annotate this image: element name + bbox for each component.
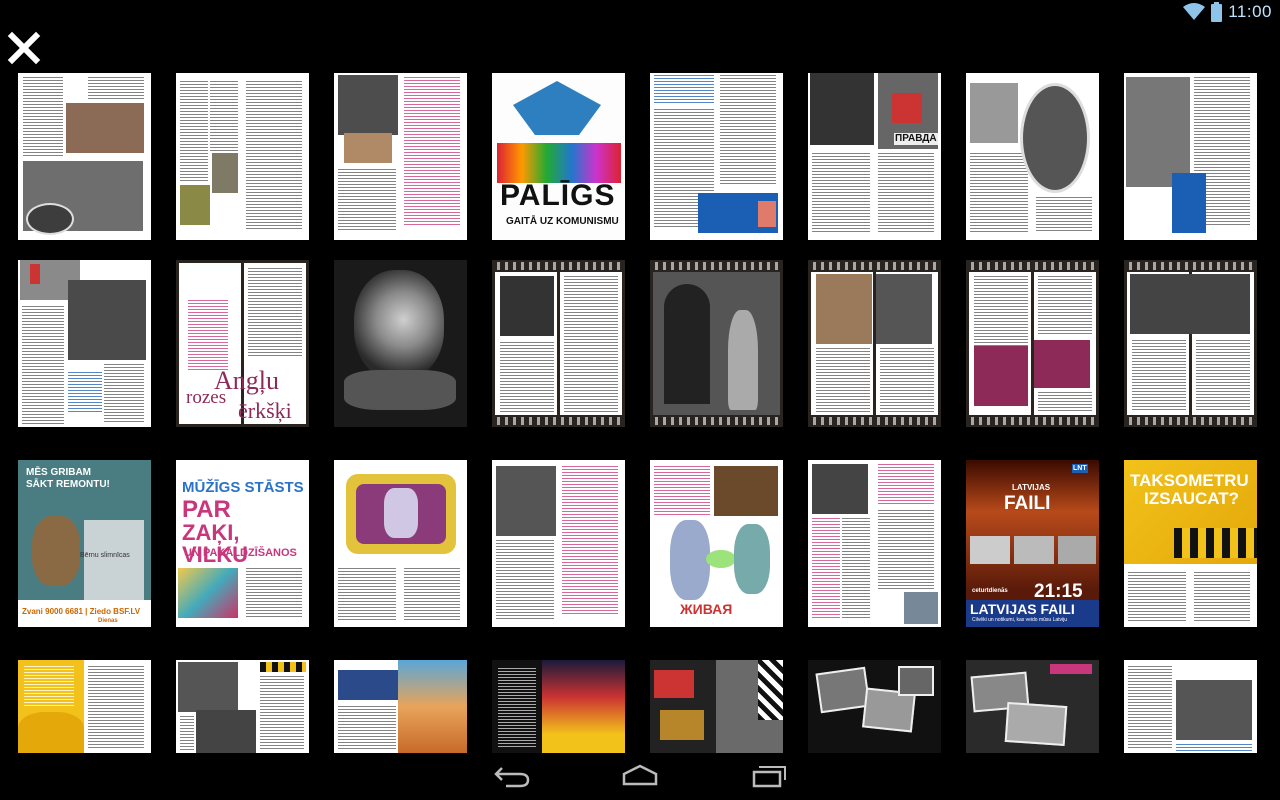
thumbnail-text: ceturtdienās (972, 588, 1008, 594)
thumbnail-text: LNT (1072, 464, 1088, 473)
page-thumbnail[interactable] (334, 660, 467, 753)
page-thumbnail[interactable] (650, 660, 783, 753)
recents-icon (752, 766, 786, 788)
home-icon (622, 764, 658, 786)
status-icons: 11:00 (1183, 2, 1272, 22)
page-thumbnail[interactable] (176, 73, 309, 240)
page-thumbnail[interactable] (492, 660, 625, 753)
page-thumbnail[interactable] (334, 260, 467, 427)
page-thumbnail[interactable]: ЖИВАЯ (650, 460, 783, 627)
thumbnail-text: Zvani 9000 6681 | Ziedo BSF.LV (22, 607, 141, 616)
thumbnail-title: 21:15 (1034, 581, 1083, 602)
thumbnail-title: TAKSOMETRU (1130, 471, 1249, 490)
thumbnail-text: Dienas (98, 618, 118, 624)
home-button[interactable] (615, 762, 665, 792)
page-thumbnail[interactable] (1124, 260, 1257, 427)
page-thumbnail[interactable] (966, 73, 1099, 240)
page-thumbnail[interactable] (18, 660, 151, 753)
page-thumbnail[interactable] (808, 460, 941, 627)
navigation-bar (0, 754, 1280, 800)
thumbnail-text: Bērnu slimnīcas (80, 552, 130, 559)
close-button[interactable] (6, 30, 42, 66)
page-thumbnail[interactable]: PALĪGS GAITĀ UZ KOMUNISMU (492, 73, 625, 240)
thumbnail-title: ЖИВАЯ (680, 601, 733, 617)
thumbnail-title: ПРАВДА (894, 133, 938, 145)
page-thumbnail[interactable]: Angļu rozes ērkšķi (176, 260, 309, 427)
thumbnail-title: MŪŽĪGS STĀSTS (182, 479, 304, 496)
thumbnail-title: FAILI (1004, 493, 1051, 514)
page-thumbnail[interactable]: ПРАВДА (808, 73, 941, 240)
thumbnail-title: UN PAKALDZĪŠANOS (184, 547, 297, 559)
thumbnail-text: Cilvēki un notikumi, kas veido mūsu Latv… (972, 617, 1068, 623)
page-thumbnail[interactable]: TAKSOMETRU IZSAUCAT? (1124, 460, 1257, 627)
thumbnail-title: rozes (186, 387, 227, 408)
page-thumbnail[interactable] (18, 260, 151, 427)
thumbnail-title: ZAĶI, VILKU (182, 520, 248, 567)
page-thumbnail[interactable] (492, 460, 625, 627)
page-thumbnail[interactable] (176, 660, 309, 753)
page-thumbnail-grid: PALĪGS GAITĀ UZ KOMUNISMU ПРАВДА Angļu r… (18, 73, 1258, 753)
page-thumbnail[interactable]: MŪŽĪGS STĀSTS PAR ZAĶI, VILKU UN PAKALDZ… (176, 460, 309, 627)
recents-button[interactable] (743, 762, 793, 792)
page-thumbnail[interactable] (492, 260, 625, 427)
thumbnail-subtitle: GAITĀ UZ KOMUNISMU (506, 216, 619, 227)
page-thumbnail[interactable] (1124, 73, 1257, 240)
thumbnail-title: IZSAUCAT? (1144, 489, 1240, 508)
back-button[interactable] (487, 762, 537, 792)
thumbnail-title: ērkšķi (238, 398, 292, 423)
thumbnail-title: SĀKT REMONTU! (26, 479, 110, 490)
close-icon (7, 31, 41, 65)
page-thumbnail[interactable] (334, 460, 467, 627)
wifi-icon (1183, 3, 1206, 21)
back-icon (494, 767, 530, 788)
page-thumbnail[interactable] (334, 73, 467, 240)
page-thumbnail[interactable]: LNT LATVIJAS FAILI 21:15 ceturtdienās LA… (966, 460, 1099, 627)
battery-icon (1211, 2, 1223, 22)
thumbnail-title: PALĪGS (500, 179, 616, 212)
page-thumbnail[interactable] (966, 660, 1099, 753)
thumbnail-title: LATVIJAS FAILI (970, 601, 1075, 617)
page-thumbnail[interactable]: MĒS GRIBAM SĀKT REMONTU! Bērnu slimnīcas… (18, 460, 151, 627)
thumbnail-title: PAR (182, 496, 231, 523)
page-thumbnail[interactable] (966, 260, 1099, 427)
page-thumbnail[interactable] (650, 260, 783, 427)
page-thumbnail[interactable] (1124, 660, 1257, 753)
page-thumbnail[interactable] (808, 660, 941, 753)
page-thumbnail[interactable] (18, 73, 151, 240)
thumbnail-title: LATVIJAS (1012, 483, 1051, 492)
status-bar: 11:00 (0, 0, 1280, 25)
page-thumbnail[interactable] (650, 73, 783, 240)
thumbnail-title: MĒS GRIBAM (26, 467, 91, 478)
page-thumbnail[interactable] (808, 260, 941, 427)
status-clock: 11:00 (1228, 2, 1272, 21)
